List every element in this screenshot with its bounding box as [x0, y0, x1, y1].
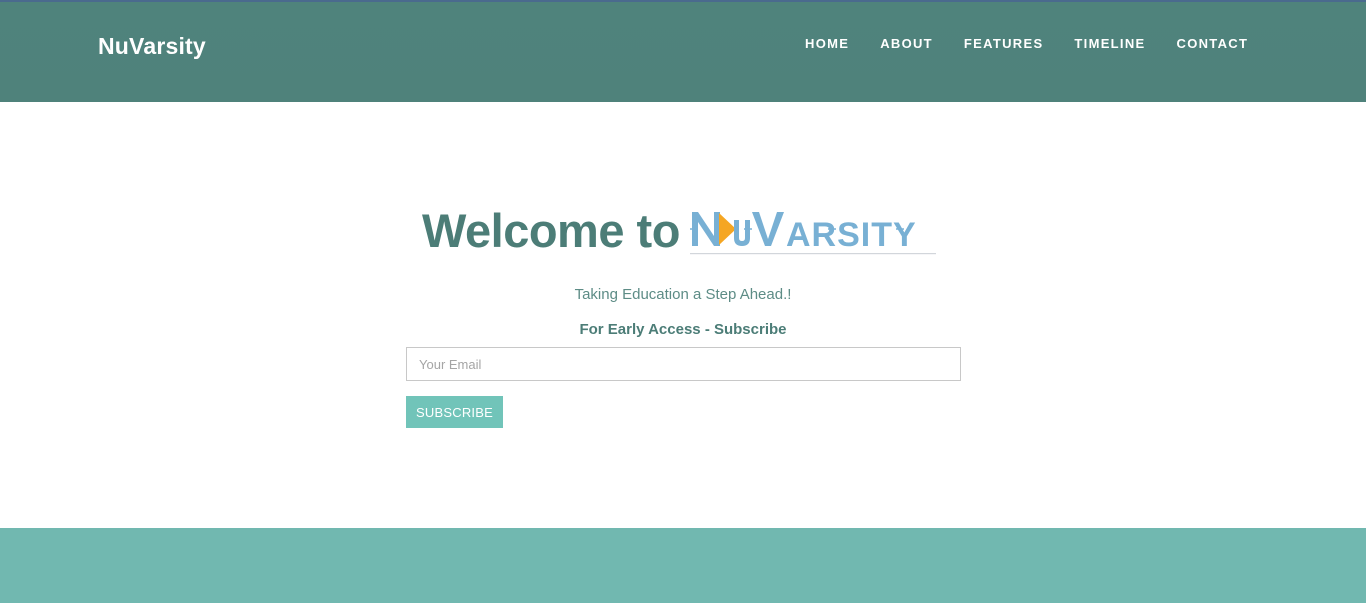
tagline: Taking Education a Step Ahead.!: [574, 286, 792, 303]
navbar: NuVarsity HOME ABOUT FEATURES TIMELINE C…: [0, 2, 1366, 102]
nav-link-contact[interactable]: CONTACT: [1177, 36, 1249, 51]
footer-band: [0, 528, 1366, 603]
hero-section: Welcome to ARSITY Taking Education a Ste…: [0, 102, 1366, 528]
email-input[interactable]: [406, 347, 961, 381]
nav-menu: HOME ABOUT FEATURES TIMELINE CONTACT: [805, 36, 1279, 51]
nuvarsity-logo: ARSITY: [689, 212, 936, 255]
nav-item-timeline: TIMELINE: [1074, 36, 1176, 51]
brand-logo[interactable]: NuVarsity: [98, 33, 206, 60]
nav-item-features: FEATURES: [964, 36, 1075, 51]
nav-link-features[interactable]: FEATURES: [964, 36, 1044, 51]
nav-item-about: ABOUT: [880, 36, 964, 51]
welcome-text: Welcome to: [422, 203, 680, 257]
nav-link-timeline[interactable]: TIMELINE: [1074, 36, 1145, 51]
svg-text:ARSITY: ARSITY: [786, 216, 917, 254]
early-access-heading: For Early Access - Subscribe: [579, 321, 787, 338]
subscribe-button[interactable]: SUBSCRIBE: [406, 396, 503, 428]
nav-item-contact: CONTACT: [1177, 36, 1280, 51]
welcome-heading: Welcome to ARSITY: [422, 200, 938, 260]
nav-item-home: HOME: [805, 36, 880, 51]
nav-link-home[interactable]: HOME: [805, 36, 849, 51]
nav-link-about[interactable]: ABOUT: [880, 36, 933, 51]
